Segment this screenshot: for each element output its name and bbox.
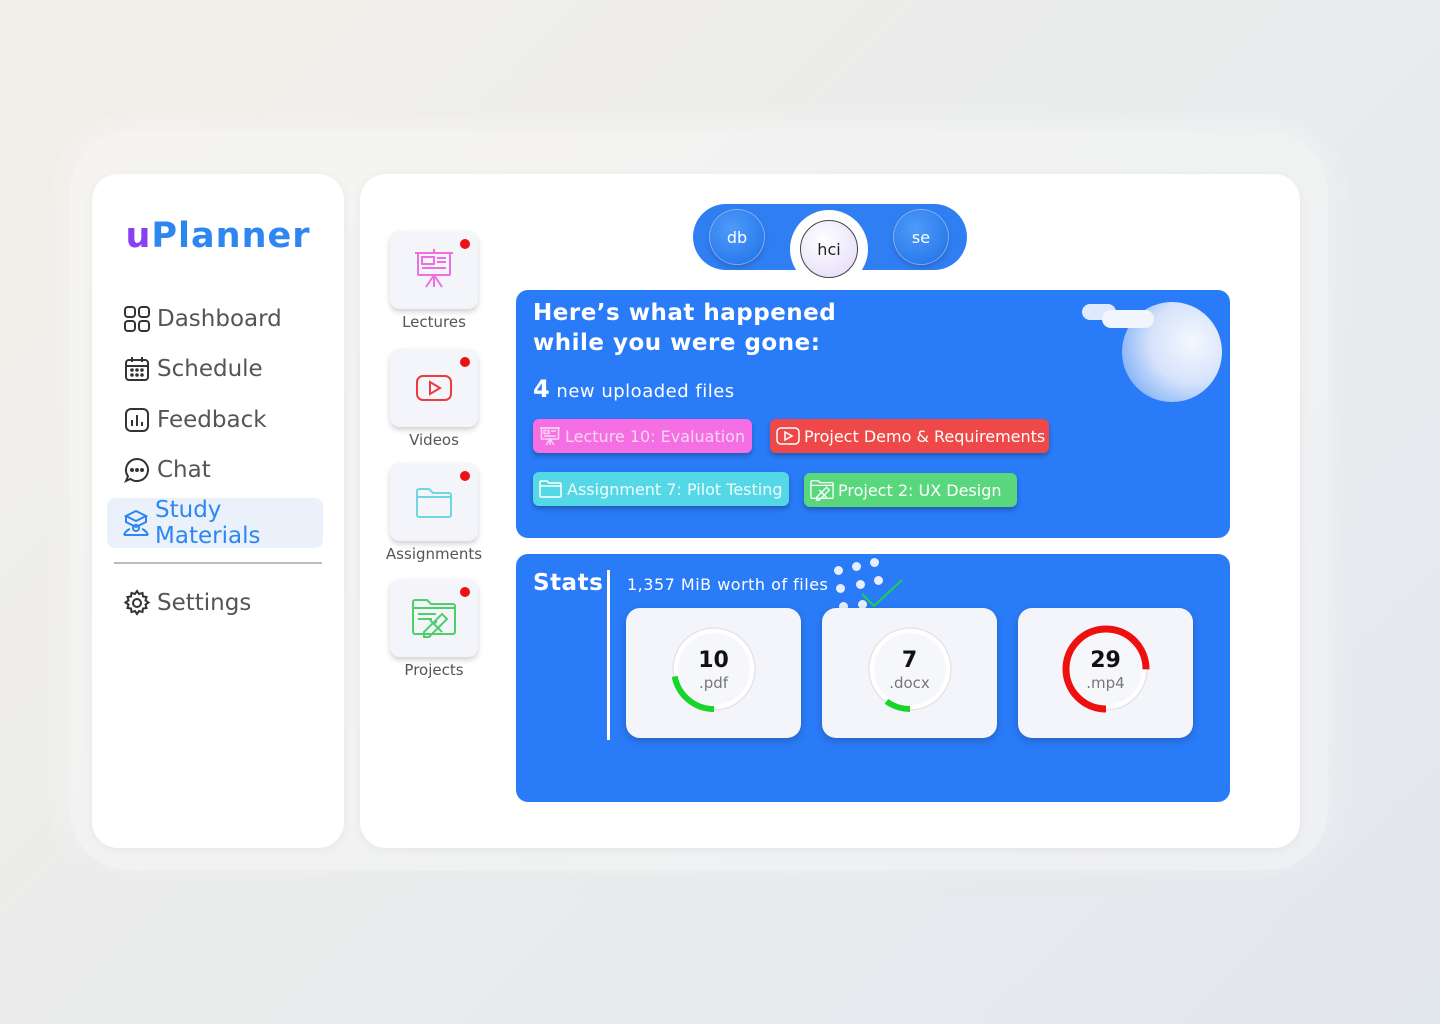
category-assignments-button[interactable] bbox=[390, 463, 478, 541]
stats-card: Stats 1,357 MiB worth of files 10 .pdf 7… bbox=[516, 554, 1230, 802]
stat-count: 10 bbox=[698, 648, 729, 673]
file-chip-assignment[interactable]: Assignment 7: Pilot Testing bbox=[533, 472, 789, 506]
main-panel: Lectures Videos Assignments Projects db … bbox=[360, 174, 1300, 848]
sidebar-item-chat[interactable]: Chat bbox=[107, 445, 323, 495]
stat-count: 29 bbox=[1090, 648, 1121, 673]
stat-count: 7 bbox=[901, 648, 918, 673]
course-db-button[interactable]: db bbox=[710, 210, 764, 264]
project-folder-icon bbox=[810, 479, 834, 501]
course-se-button[interactable]: se bbox=[894, 210, 948, 264]
folder-icon bbox=[416, 488, 452, 518]
new-files-number: 4 bbox=[533, 375, 551, 403]
stat-extension: .mp4 bbox=[1086, 674, 1125, 692]
calendar-icon bbox=[121, 353, 153, 385]
presentation-icon bbox=[415, 249, 453, 288]
course-label: db bbox=[726, 227, 748, 247]
sidebar-item-label: Feedback bbox=[157, 407, 267, 433]
category-projects-button[interactable] bbox=[390, 579, 478, 657]
new-indicator bbox=[460, 357, 470, 367]
file-chip-video[interactable]: Project Demo & Requirements bbox=[770, 419, 1049, 453]
new-indicator bbox=[460, 239, 470, 249]
updates-heading: Here’s what happened while you were gone… bbox=[533, 300, 837, 356]
chart-icon bbox=[121, 404, 153, 436]
stat-extension: .pdf bbox=[698, 674, 729, 692]
file-chip-label: Project 2: UX Design bbox=[838, 480, 1002, 500]
sidebar-divider bbox=[114, 562, 322, 564]
category-label: Videos bbox=[409, 431, 459, 449]
stat-card-pdf: 10 .pdf bbox=[626, 608, 801, 738]
file-chip-label: Lecture 10: Evaluation bbox=[565, 426, 746, 446]
logo-text: Planner bbox=[151, 216, 311, 256]
project-folder-icon bbox=[412, 599, 456, 638]
sidebar: uPlanner Dashboard Schedule Feedback Cha… bbox=[92, 174, 344, 848]
chat-bubble-icon bbox=[121, 454, 153, 486]
folder-icon bbox=[539, 478, 563, 500]
updates-card: Here’s what happened while you were gone… bbox=[516, 290, 1230, 538]
category-label: Assignments bbox=[385, 545, 483, 563]
category-label: Lectures bbox=[402, 313, 466, 331]
course-switcher: db hci se bbox=[693, 204, 967, 288]
sidebar-item-label: Study Materials bbox=[155, 497, 261, 549]
category-lectures-button[interactable] bbox=[390, 231, 478, 309]
study-materials-icon bbox=[121, 507, 151, 539]
file-chip-project[interactable]: Project 2: UX Design bbox=[804, 473, 1017, 507]
category-videos-button[interactable] bbox=[390, 349, 478, 427]
sidebar-item-label: Schedule bbox=[157, 356, 263, 382]
sparkle-decoration bbox=[836, 584, 845, 593]
sidebar-item-study-materials[interactable]: Study Materials bbox=[107, 497, 323, 549]
stat-card-docx: 7 .docx bbox=[822, 608, 997, 738]
file-chip-label: Assignment 7: Pilot Testing bbox=[567, 479, 783, 499]
sidebar-item-label: Dashboard bbox=[157, 306, 282, 332]
grid-icon bbox=[121, 303, 153, 335]
sparkle-decoration bbox=[852, 562, 861, 571]
course-label: hci bbox=[817, 239, 841, 259]
logo-prefix: u bbox=[125, 216, 152, 256]
file-chip-label: Project Demo & Requirements bbox=[804, 426, 1046, 446]
new-indicator bbox=[460, 587, 470, 597]
stats-title: Stats bbox=[533, 570, 604, 596]
new-files-label: new uploaded files bbox=[550, 381, 735, 402]
sidebar-item-feedback[interactable]: Feedback bbox=[107, 395, 323, 445]
presentation-icon bbox=[539, 425, 561, 447]
new-indicator bbox=[460, 471, 470, 481]
video-play-icon bbox=[776, 425, 800, 447]
sparkle-decoration bbox=[834, 566, 843, 575]
new-files-count: 4 new uploaded files bbox=[533, 375, 735, 403]
sidebar-item-schedule[interactable]: Schedule bbox=[107, 344, 323, 394]
sparkle-decoration bbox=[870, 558, 879, 567]
sidebar-item-label: Chat bbox=[157, 457, 211, 483]
stat-extension: .docx bbox=[889, 674, 930, 692]
cloud-decoration bbox=[1102, 310, 1154, 328]
sidebar-item-settings[interactable]: Settings bbox=[107, 578, 323, 628]
video-play-icon bbox=[416, 375, 452, 401]
stats-divider bbox=[607, 570, 610, 740]
sidebar-item-dashboard[interactable]: Dashboard bbox=[107, 294, 323, 344]
gear-icon bbox=[121, 587, 153, 619]
stat-card-mp4: 29 .mp4 bbox=[1018, 608, 1193, 738]
course-hci-badge: hci bbox=[800, 220, 858, 278]
file-chip-lecture[interactable]: Lecture 10: Evaluation bbox=[533, 419, 752, 453]
category-label: Projects bbox=[404, 661, 464, 679]
course-label: se bbox=[911, 227, 931, 247]
app-logo: uPlanner bbox=[92, 216, 344, 256]
sidebar-item-label: Settings bbox=[157, 590, 252, 616]
stats-total-size: 1,357 MiB worth of files bbox=[627, 575, 829, 594]
course-hci-button[interactable]: hci bbox=[790, 210, 868, 288]
